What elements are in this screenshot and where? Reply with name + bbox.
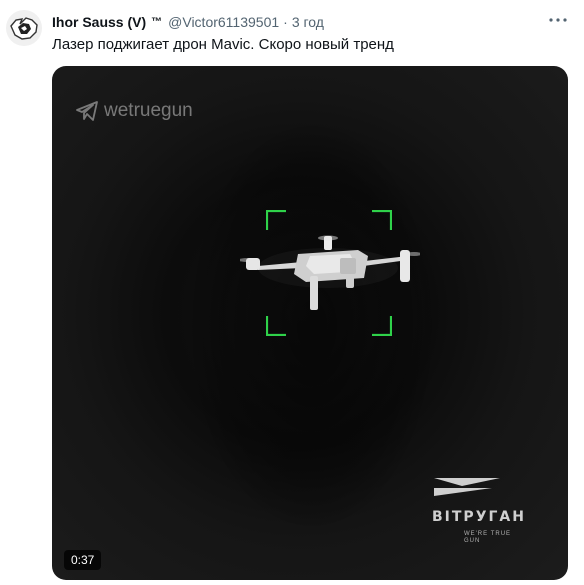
watermark-text: wetruegun	[104, 100, 193, 121]
more-horizontal-icon[interactable]	[546, 10, 570, 30]
avatar[interactable]	[6, 10, 42, 46]
brand-tagline: WE'RE TRUE GUN	[464, 531, 512, 544]
drone-image	[240, 235, 420, 310]
tweet-text: Лазер поджигает дрон Mavic. Скоро новый …	[52, 36, 394, 53]
author-name[interactable]: Ihor Sauss (V)	[52, 14, 146, 30]
brand-logo: ВІТРУГАН WE'RE TRUE GUN	[432, 476, 552, 545]
author-badge: ™	[151, 16, 163, 28]
brand-name: ВІТРУГАН	[432, 509, 526, 525]
video-duration-badge: 0:37	[64, 550, 102, 570]
author-handle[interactable]: @Victor61139501	[168, 14, 279, 30]
tweet-header: Ihor Sauss (V) ™ @Victor61139501 · 3 год	[52, 13, 568, 31]
avatar-image	[6, 10, 42, 46]
brand-mark-icon	[434, 478, 500, 496]
separator-dot: ·	[283, 14, 288, 30]
tweet: Ihor Sauss (V) ™ @Victor61139501 · 3 год…	[0, 0, 584, 585]
tweet-timestamp[interactable]: 3 год	[292, 14, 324, 30]
video-player[interactable]: wetruegun ВІТРУГАН WE'RE TRUE GUN 0:37	[52, 66, 568, 580]
telegram-icon	[76, 101, 98, 121]
watermark: wetruegun	[76, 100, 193, 122]
